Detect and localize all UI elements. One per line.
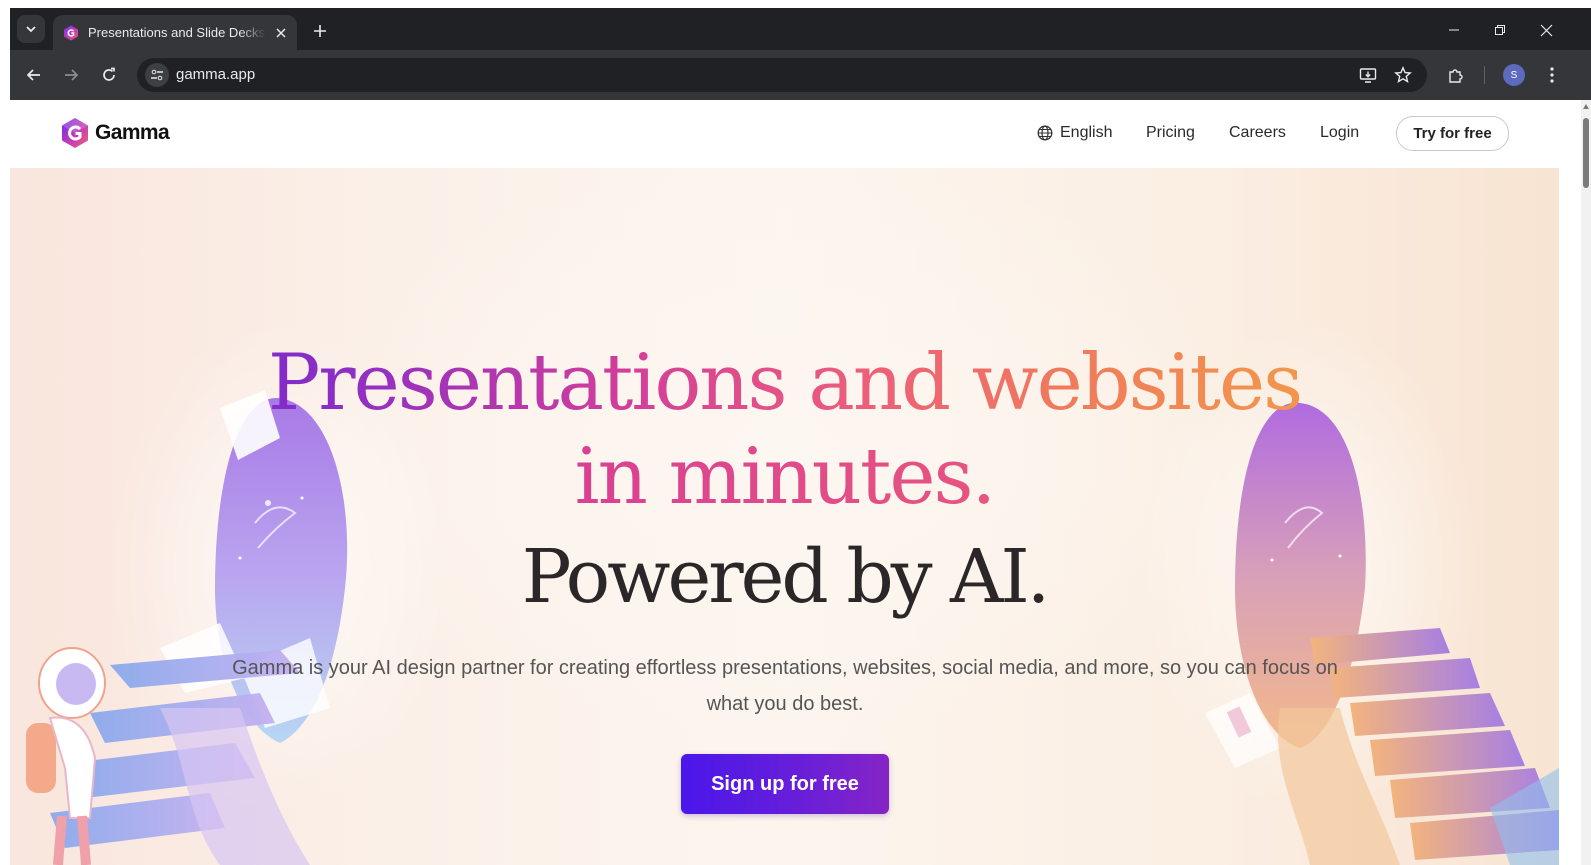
tab-search-button[interactable] [17, 15, 45, 43]
bookmark-button[interactable] [1393, 65, 1413, 85]
back-button[interactable] [22, 63, 46, 87]
new-tab-button[interactable] [308, 19, 332, 43]
gamma-logo-icon [62, 118, 88, 148]
page-viewport: Gamma English Pricing Careers Login Try … [10, 100, 1591, 865]
forward-icon [65, 69, 79, 81]
scroll-up-arrow[interactable] [1583, 104, 1589, 109]
headline-line-1: Presentations and websites [10, 336, 1559, 430]
address-bar[interactable]: gamma.app [137, 58, 1427, 92]
brand-name: Gamma [95, 121, 170, 144]
install-app-icon [1359, 68, 1377, 83]
browser-menu-button[interactable] [1540, 63, 1564, 87]
try-for-free-button[interactable]: Try for free [1396, 116, 1509, 151]
toolbar-separator [1484, 66, 1485, 84]
site-header: Gamma English Pricing Careers Login Try … [10, 100, 1559, 168]
tab-search-icon [26, 26, 36, 33]
forward-button[interactable] [59, 63, 83, 87]
browser-toolbar: gamma.app S [10, 50, 1591, 100]
hero-headline: Presentations and websites in minutes. [10, 336, 1559, 524]
plus-icon [314, 25, 326, 37]
language-selector[interactable]: English [1037, 124, 1112, 142]
reload-icon [103, 67, 115, 81]
tab-close-button[interactable] [272, 24, 290, 42]
nav-pricing[interactable]: Pricing [1146, 124, 1195, 142]
minimize-button[interactable] [1431, 16, 1477, 44]
scrollbar-thumb[interactable] [1583, 118, 1589, 188]
gamma-logo[interactable]: Gamma [60, 117, 170, 149]
close-icon [1540, 24, 1552, 36]
headline-line-2: in minutes. [10, 430, 1559, 524]
site-info-button[interactable] [145, 63, 169, 87]
install-app-button[interactable] [1358, 65, 1378, 85]
sign-up-button[interactable]: Sign up for free [681, 754, 889, 814]
minimize-icon [1449, 29, 1459, 31]
back-icon [26, 69, 40, 81]
globe-icon [1037, 125, 1053, 141]
star-icon [1394, 66, 1412, 83]
url-text: gamma.app [176, 66, 256, 83]
reload-button[interactable] [97, 63, 121, 87]
kebab-menu-icon [1550, 67, 1554, 83]
tab-gamma[interactable]: Presentations and Slide Decks with AI [53, 15, 297, 50]
hero-subheadline: Powered by AI. [521, 534, 1050, 620]
restore-button[interactable] [1477, 16, 1523, 44]
tab-title: Presentations and Slide Decks with AI [88, 25, 266, 40]
close-icon [276, 27, 286, 38]
nav-login[interactable]: Login [1320, 124, 1359, 142]
extensions-button[interactable] [1444, 63, 1468, 87]
page-scrollbar[interactable] [1581, 100, 1591, 865]
restore-icon [1495, 25, 1505, 35]
language-label: English [1060, 124, 1113, 141]
profile-avatar[interactable]: S [1503, 64, 1525, 86]
nav-careers[interactable]: Careers [1229, 124, 1286, 142]
gamma-favicon-icon [64, 25, 78, 40]
close-window-button[interactable] [1523, 16, 1569, 44]
site-info-icon [151, 69, 163, 81]
hero-description: Gamma is your AI design partner for crea… [232, 657, 1338, 715]
tab-strip: Presentations and Slide Decks with AI [10, 8, 1591, 50]
hero-section: Presentations and websites in minutes. P… [10, 168, 1559, 865]
browser-window: Presentations and Slide Decks with AI [10, 8, 1591, 865]
extensions-icon [1449, 69, 1463, 83]
